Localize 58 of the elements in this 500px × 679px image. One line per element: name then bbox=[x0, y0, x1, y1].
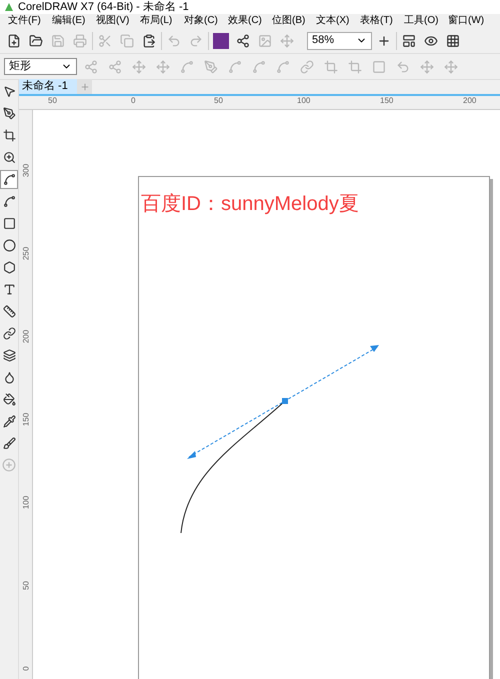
hexagon-icon bbox=[2, 261, 16, 274]
pointer-icon bbox=[2, 85, 16, 98]
zoom-field[interactable]: 58% bbox=[307, 32, 372, 50]
ruler-label: 200 bbox=[20, 330, 30, 342]
ruler-label: 100 bbox=[20, 496, 30, 508]
text-icon bbox=[2, 283, 16, 296]
canvas-text: 百度ID：sunnyMelody夏 bbox=[141, 192, 359, 217]
menu-item[interactable]: 位图(B) bbox=[268, 16, 312, 26]
menu-item[interactable]: 布局(L) bbox=[136, 16, 180, 26]
crop-icon bbox=[2, 129, 16, 142]
connector-icon bbox=[2, 327, 16, 340]
ruler-label: 150 bbox=[380, 97, 394, 107]
fill-icon bbox=[2, 393, 16, 406]
eyedropper-icon bbox=[2, 415, 16, 428]
menu-item[interactable]: 窗口(W) bbox=[444, 16, 488, 26]
shape-type-dropdown[interactable]: 矩形 bbox=[4, 58, 77, 75]
window-title: CorelDRAW X7 (64-Bit) - 未命名 -1 bbox=[18, 2, 189, 12]
droplet-icon bbox=[2, 371, 16, 384]
ruler-label: 250 bbox=[20, 248, 30, 260]
undo-icon bbox=[167, 34, 181, 48]
folder-icon bbox=[29, 34, 43, 48]
menu-item[interactable]: 对象(C) bbox=[180, 16, 224, 26]
menu-item[interactable]: 表格(T) bbox=[356, 16, 400, 26]
zoom-icon bbox=[2, 151, 16, 164]
menu-item[interactable]: 文本(X) bbox=[312, 16, 356, 26]
ruler-label: 200 bbox=[463, 97, 478, 107]
ruler-label: 50 bbox=[214, 97, 224, 107]
menu-item[interactable]: 编辑(E) bbox=[48, 16, 92, 26]
save-icon bbox=[51, 34, 65, 48]
scissors-icon bbox=[98, 34, 112, 48]
new-file-icon bbox=[7, 34, 21, 48]
menu-item[interactable]: 文件(F) bbox=[4, 16, 48, 26]
pen-icon bbox=[2, 107, 16, 120]
document-tab[interactable]: 未命名 -1 bbox=[19, 79, 77, 94]
curve-icon bbox=[2, 173, 16, 186]
redo-icon bbox=[189, 34, 203, 48]
plus-icon bbox=[80, 82, 90, 92]
ruler-label: 50 bbox=[48, 97, 58, 107]
menu-item[interactable]: 工具(O) bbox=[400, 16, 444, 26]
menu-item[interactable]: 视图(V) bbox=[92, 16, 136, 26]
menu-item[interactable]: 效果(C) bbox=[224, 16, 268, 26]
paste-icon bbox=[142, 34, 156, 48]
app-logo-icon bbox=[4, 2, 14, 12]
ruler-label: 100 bbox=[297, 97, 312, 107]
ruler-label: 150 bbox=[20, 414, 30, 426]
ruler-label: 300 bbox=[20, 164, 30, 176]
ruler-label: 0 bbox=[20, 665, 30, 673]
ellipse-icon bbox=[2, 239, 16, 252]
curve-tool[interactable] bbox=[0, 170, 18, 189]
print-icon bbox=[73, 34, 87, 48]
rectangle-icon bbox=[2, 217, 16, 230]
ruler-label: 50 bbox=[20, 580, 30, 592]
ruler-icon bbox=[2, 305, 16, 318]
eye-icon bbox=[424, 34, 438, 48]
copy-icon bbox=[120, 34, 134, 48]
grid-icon bbox=[446, 34, 460, 48]
ruler-label: 0 bbox=[131, 97, 136, 107]
brush-icon bbox=[2, 437, 16, 450]
